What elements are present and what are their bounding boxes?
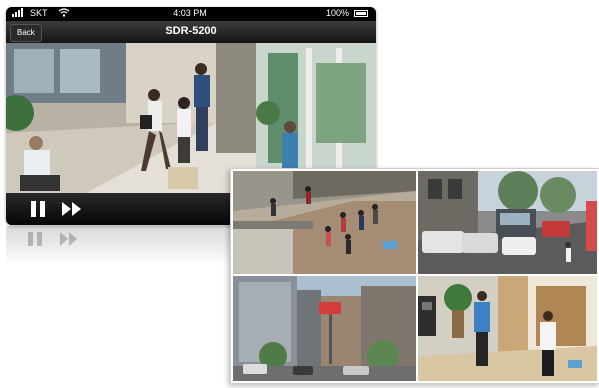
pause-button[interactable] bbox=[28, 199, 48, 224]
pause-icon bbox=[31, 201, 45, 217]
quad-camera-view bbox=[230, 168, 599, 384]
signal-icon bbox=[12, 8, 26, 19]
camera-1-feed[interactable] bbox=[233, 171, 416, 274]
camera-3-feed[interactable] bbox=[233, 276, 416, 381]
battery-icon bbox=[354, 10, 368, 17]
status-bar: SKT 4:03 PM 100% bbox=[6, 7, 376, 21]
wifi-icon bbox=[58, 8, 70, 19]
camera-4-feed[interactable] bbox=[418, 276, 597, 381]
page-title: SDR-5200 bbox=[165, 25, 217, 37]
clock: 4:03 PM bbox=[173, 8, 207, 18]
fast-forward-icon bbox=[62, 202, 81, 216]
fast-forward-button[interactable] bbox=[60, 199, 84, 224]
camera-2-feed[interactable] bbox=[418, 171, 597, 274]
carrier-name: SKT bbox=[30, 8, 48, 18]
nav-bar: Back SDR-5200 bbox=[6, 21, 376, 43]
battery-level: 100% bbox=[326, 8, 350, 18]
back-button[interactable]: Back bbox=[10, 24, 42, 42]
